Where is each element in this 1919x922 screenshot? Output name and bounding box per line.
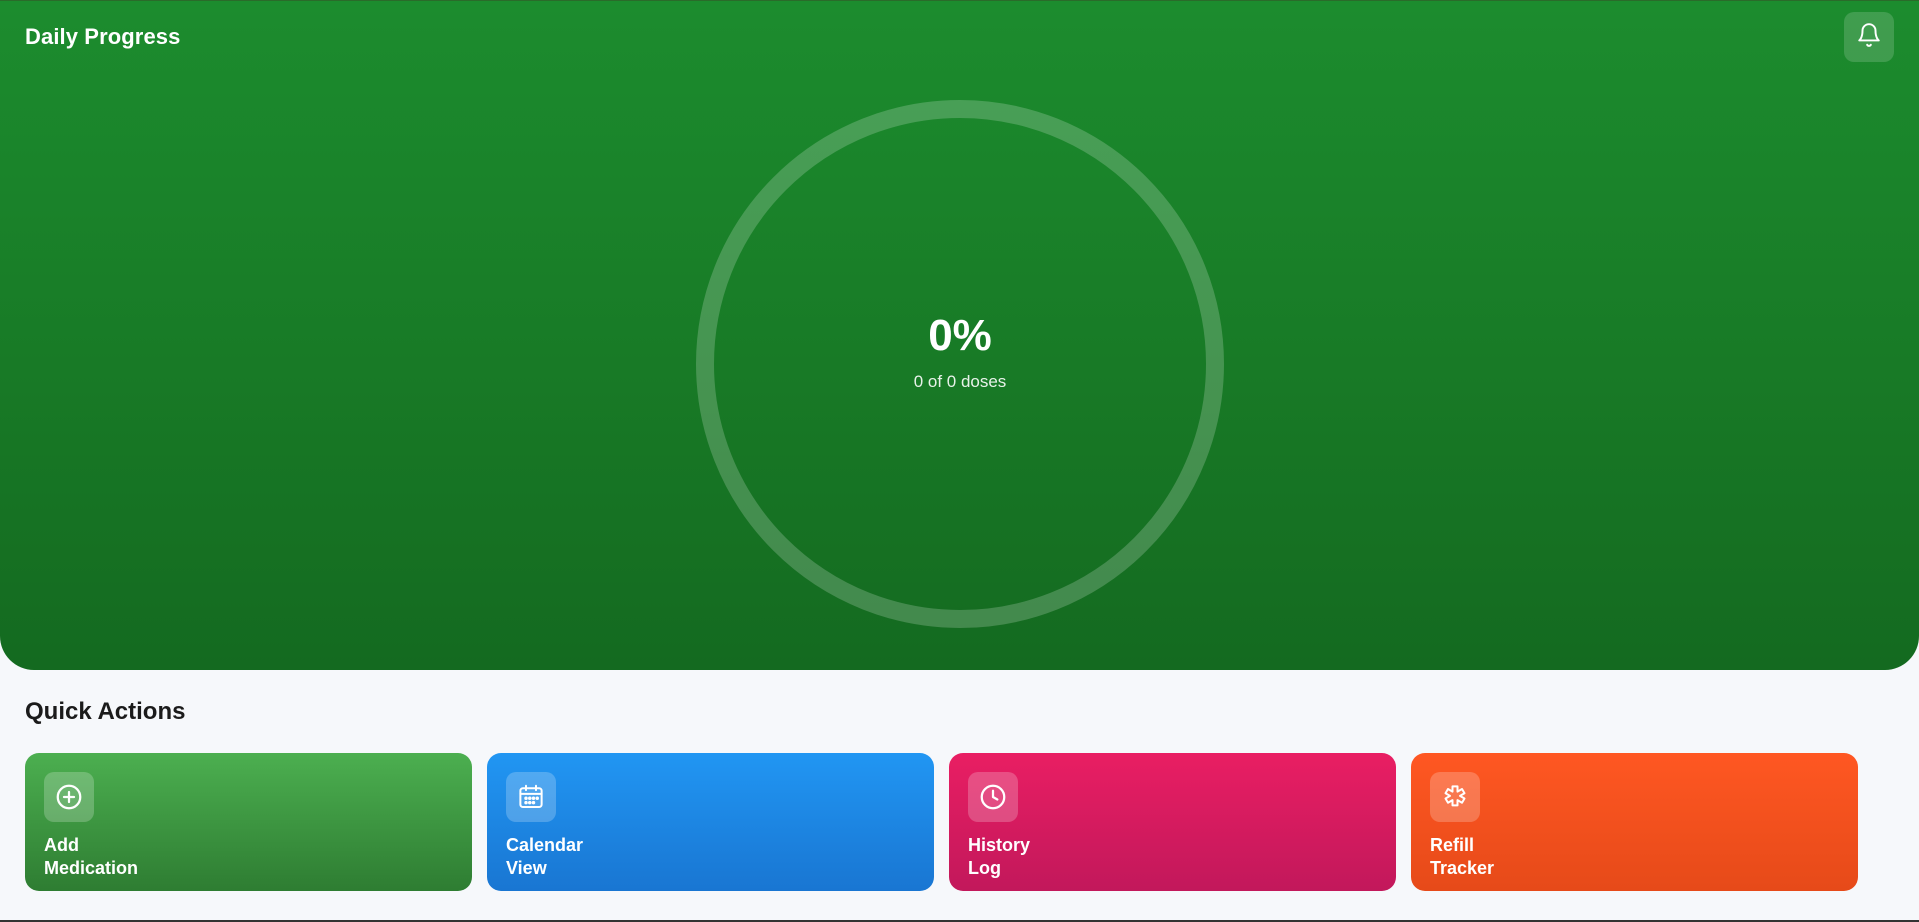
- pill-icon: [1430, 772, 1480, 822]
- calendar-view-label: Calendar View: [506, 835, 584, 878]
- plus-circle-icon: [44, 772, 94, 822]
- app-frame: Daily Progress 0% 0 of 0 doses Quick Act…: [0, 0, 1919, 922]
- progress-ring-center: 0% 0 of 0 doses: [696, 100, 1224, 628]
- progress-ring: 0% 0 of 0 doses: [696, 100, 1224, 628]
- refill-tracker-card[interactable]: Refill Tracker: [1411, 753, 1858, 891]
- doses-summary: 0 of 0 doses: [913, 372, 1007, 391]
- quick-actions-heading: Quick Actions: [25, 698, 186, 725]
- refill-tracker-label: Refill Tracker: [1430, 835, 1495, 878]
- bell-icon: [1856, 22, 1882, 53]
- add-medication-card[interactable]: Add Medication: [25, 753, 472, 891]
- progress-percent: 0%: [928, 311, 992, 360]
- history-log-label: History Log: [968, 835, 1031, 878]
- calendar-icon: [506, 772, 556, 822]
- quick-actions-grid: Add Medication Calendar View History Log…: [25, 753, 1858, 891]
- add-medication-label: Add Medication: [44, 835, 139, 878]
- daily-progress-panel: Daily Progress 0% 0 of 0 doses: [0, 0, 1919, 670]
- calendar-view-card[interactable]: Calendar View: [487, 753, 934, 891]
- page-title: Daily Progress: [25, 24, 181, 49]
- history-log-card[interactable]: History Log: [949, 753, 1396, 891]
- clock-icon: [968, 772, 1018, 822]
- notifications-button[interactable]: [1844, 12, 1894, 62]
